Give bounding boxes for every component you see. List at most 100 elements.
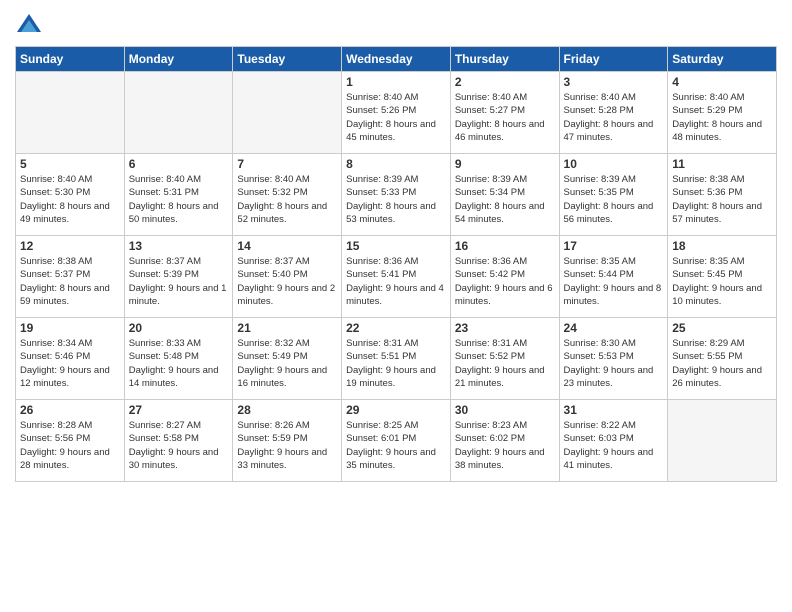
calendar-week-row: 12 Sunrise: 8:38 AM Sunset: 5:37 PM Dayli…: [16, 236, 777, 318]
calendar-header-row: SundayMondayTuesdayWednesdayThursdayFrid…: [16, 47, 777, 72]
day-info: Sunrise: 8:40 AM Sunset: 5:28 PM Dayligh…: [564, 91, 664, 144]
day-info: Sunrise: 8:31 AM Sunset: 5:51 PM Dayligh…: [346, 337, 446, 390]
day-info: Sunrise: 8:35 AM Sunset: 5:45 PM Dayligh…: [672, 255, 772, 308]
calendar-day-header: Monday: [124, 47, 233, 72]
calendar-cell: [124, 72, 233, 154]
day-info: Sunrise: 8:35 AM Sunset: 5:44 PM Dayligh…: [564, 255, 664, 308]
calendar-cell: 3 Sunrise: 8:40 AM Sunset: 5:28 PM Daylig…: [559, 72, 668, 154]
logo: [15, 10, 47, 38]
day-number: 13: [129, 239, 229, 253]
day-info: Sunrise: 8:39 AM Sunset: 5:35 PM Dayligh…: [564, 173, 664, 226]
day-info: Sunrise: 8:23 AM Sunset: 6:02 PM Dayligh…: [455, 419, 555, 472]
day-number: 14: [237, 239, 337, 253]
day-number: 28: [237, 403, 337, 417]
calendar-week-row: 19Sunrise: 8:34 AM Sunset: 5:46 PM Dayli…: [16, 318, 777, 400]
calendar-cell: 18Sunrise: 8:35 AM Sunset: 5:45 PM Dayli…: [668, 236, 777, 318]
main-container: SundayMondayTuesdayWednesdayThursdayFrid…: [0, 0, 792, 612]
day-number: 11: [672, 157, 772, 171]
calendar-cell: 27Sunrise: 8:27 AM Sunset: 5:58 PM Dayli…: [124, 400, 233, 482]
day-info: Sunrise: 8:40 AM Sunset: 5:26 PM Dayligh…: [346, 91, 446, 144]
day-number: 26: [20, 403, 120, 417]
day-number: 20: [129, 321, 229, 335]
day-info: Sunrise: 8:39 AM Sunset: 5:33 PM Dayligh…: [346, 173, 446, 226]
calendar-cell: 7 Sunrise: 8:40 AM Sunset: 5:32 PM Daylig…: [233, 154, 342, 236]
day-number: 21: [237, 321, 337, 335]
logo-icon: [15, 10, 43, 38]
calendar-day-header: Wednesday: [342, 47, 451, 72]
day-info: Sunrise: 8:40 AM Sunset: 5:27 PM Dayligh…: [455, 91, 555, 144]
calendar-week-row: 1 Sunrise: 8:40 AM Sunset: 5:26 PM Daylig…: [16, 72, 777, 154]
day-info: Sunrise: 8:30 AM Sunset: 5:53 PM Dayligh…: [564, 337, 664, 390]
day-info: Sunrise: 8:40 AM Sunset: 5:31 PM Dayligh…: [129, 173, 229, 226]
day-number: 10: [564, 157, 664, 171]
day-info: Sunrise: 8:40 AM Sunset: 5:32 PM Dayligh…: [237, 173, 337, 226]
calendar-cell: 21 Sunrise: 8:32 AM Sunset: 5:49 PM Dayli…: [233, 318, 342, 400]
calendar-cell: [233, 72, 342, 154]
day-number: 1: [346, 75, 446, 89]
calendar-cell: [668, 400, 777, 482]
day-number: 8: [346, 157, 446, 171]
day-info: Sunrise: 8:40 AM Sunset: 5:29 PM Dayligh…: [672, 91, 772, 144]
day-number: 2: [455, 75, 555, 89]
calendar-week-row: 26Sunrise: 8:28 AM Sunset: 5:56 PM Dayli…: [16, 400, 777, 482]
calendar-cell: 9 Sunrise: 8:39 AM Sunset: 5:34 PM Daylig…: [450, 154, 559, 236]
calendar-cell: 10 Sunrise: 8:39 AM Sunset: 5:35 PM Dayli…: [559, 154, 668, 236]
calendar-cell: 4 Sunrise: 8:40 AM Sunset: 5:29 PM Daylig…: [668, 72, 777, 154]
calendar-day-header: Tuesday: [233, 47, 342, 72]
day-number: 17: [564, 239, 664, 253]
day-info: Sunrise: 8:40 AM Sunset: 5:30 PM Dayligh…: [20, 173, 120, 226]
day-info: Sunrise: 8:34 AM Sunset: 5:46 PM Dayligh…: [20, 337, 120, 390]
calendar-cell: 29 Sunrise: 8:25 AM Sunset: 6:01 PM Dayli…: [342, 400, 451, 482]
day-info: Sunrise: 8:32 AM Sunset: 5:49 PM Dayligh…: [237, 337, 337, 390]
day-number: 30: [455, 403, 555, 417]
calendar-cell: 6 Sunrise: 8:40 AM Sunset: 5:31 PM Daylig…: [124, 154, 233, 236]
day-info: Sunrise: 8:38 AM Sunset: 5:37 PM Dayligh…: [20, 255, 120, 308]
header: [15, 10, 777, 38]
day-number: 31: [564, 403, 664, 417]
day-info: Sunrise: 8:22 AM Sunset: 6:03 PM Dayligh…: [564, 419, 664, 472]
calendar-cell: 12 Sunrise: 8:38 AM Sunset: 5:37 PM Dayli…: [16, 236, 125, 318]
calendar-cell: 30 Sunrise: 8:23 AM Sunset: 6:02 PM Dayli…: [450, 400, 559, 482]
day-info: Sunrise: 8:29 AM Sunset: 5:55 PM Dayligh…: [672, 337, 772, 390]
day-number: 5: [20, 157, 120, 171]
day-number: 25: [672, 321, 772, 335]
calendar-cell: 16Sunrise: 8:36 AM Sunset: 5:42 PM Dayli…: [450, 236, 559, 318]
calendar-cell: 19Sunrise: 8:34 AM Sunset: 5:46 PM Dayli…: [16, 318, 125, 400]
day-number: 4: [672, 75, 772, 89]
day-number: 23: [455, 321, 555, 335]
day-number: 7: [237, 157, 337, 171]
calendar-cell: 5 Sunrise: 8:40 AM Sunset: 5:30 PM Daylig…: [16, 154, 125, 236]
day-number: 27: [129, 403, 229, 417]
calendar-week-row: 5 Sunrise: 8:40 AM Sunset: 5:30 PM Daylig…: [16, 154, 777, 236]
day-info: Sunrise: 8:31 AM Sunset: 5:52 PM Dayligh…: [455, 337, 555, 390]
calendar-cell: 31 Sunrise: 8:22 AM Sunset: 6:03 PM Dayli…: [559, 400, 668, 482]
day-number: 12: [20, 239, 120, 253]
day-number: 15: [346, 239, 446, 253]
day-number: 29: [346, 403, 446, 417]
day-number: 9: [455, 157, 555, 171]
day-info: Sunrise: 8:26 AM Sunset: 5:59 PM Dayligh…: [237, 419, 337, 472]
day-number: 6: [129, 157, 229, 171]
calendar-cell: 26Sunrise: 8:28 AM Sunset: 5:56 PM Dayli…: [16, 400, 125, 482]
calendar-cell: 8 Sunrise: 8:39 AM Sunset: 5:33 PM Daylig…: [342, 154, 451, 236]
day-info: Sunrise: 8:33 AM Sunset: 5:48 PM Dayligh…: [129, 337, 229, 390]
calendar-cell: 24 Sunrise: 8:30 AM Sunset: 5:53 PM Dayli…: [559, 318, 668, 400]
day-info: Sunrise: 8:25 AM Sunset: 6:01 PM Dayligh…: [346, 419, 446, 472]
calendar-cell: 25 Sunrise: 8:29 AM Sunset: 5:55 PM Dayli…: [668, 318, 777, 400]
calendar-cell: 14Sunrise: 8:37 AM Sunset: 5:40 PM Dayli…: [233, 236, 342, 318]
day-number: 3: [564, 75, 664, 89]
day-number: 22: [346, 321, 446, 335]
calendar-cell: 20 Sunrise: 8:33 AM Sunset: 5:48 PM Dayli…: [124, 318, 233, 400]
day-info: Sunrise: 8:38 AM Sunset: 5:36 PM Dayligh…: [672, 173, 772, 226]
calendar-day-header: Friday: [559, 47, 668, 72]
day-info: Sunrise: 8:36 AM Sunset: 5:41 PM Dayligh…: [346, 255, 446, 308]
day-info: Sunrise: 8:39 AM Sunset: 5:34 PM Dayligh…: [455, 173, 555, 226]
calendar-cell: 15 Sunrise: 8:36 AM Sunset: 5:41 PM Dayli…: [342, 236, 451, 318]
calendar-cell: 28 Sunrise: 8:26 AM Sunset: 5:59 PM Dayli…: [233, 400, 342, 482]
calendar-cell: 22 Sunrise: 8:31 AM Sunset: 5:51 PM Dayli…: [342, 318, 451, 400]
calendar-cell: 2 Sunrise: 8:40 AM Sunset: 5:27 PM Daylig…: [450, 72, 559, 154]
calendar-cell: 11 Sunrise: 8:38 AM Sunset: 5:36 PM Dayli…: [668, 154, 777, 236]
day-number: 16: [455, 239, 555, 253]
calendar-cell: 17 Sunrise: 8:35 AM Sunset: 5:44 PM Dayli…: [559, 236, 668, 318]
day-number: 24: [564, 321, 664, 335]
